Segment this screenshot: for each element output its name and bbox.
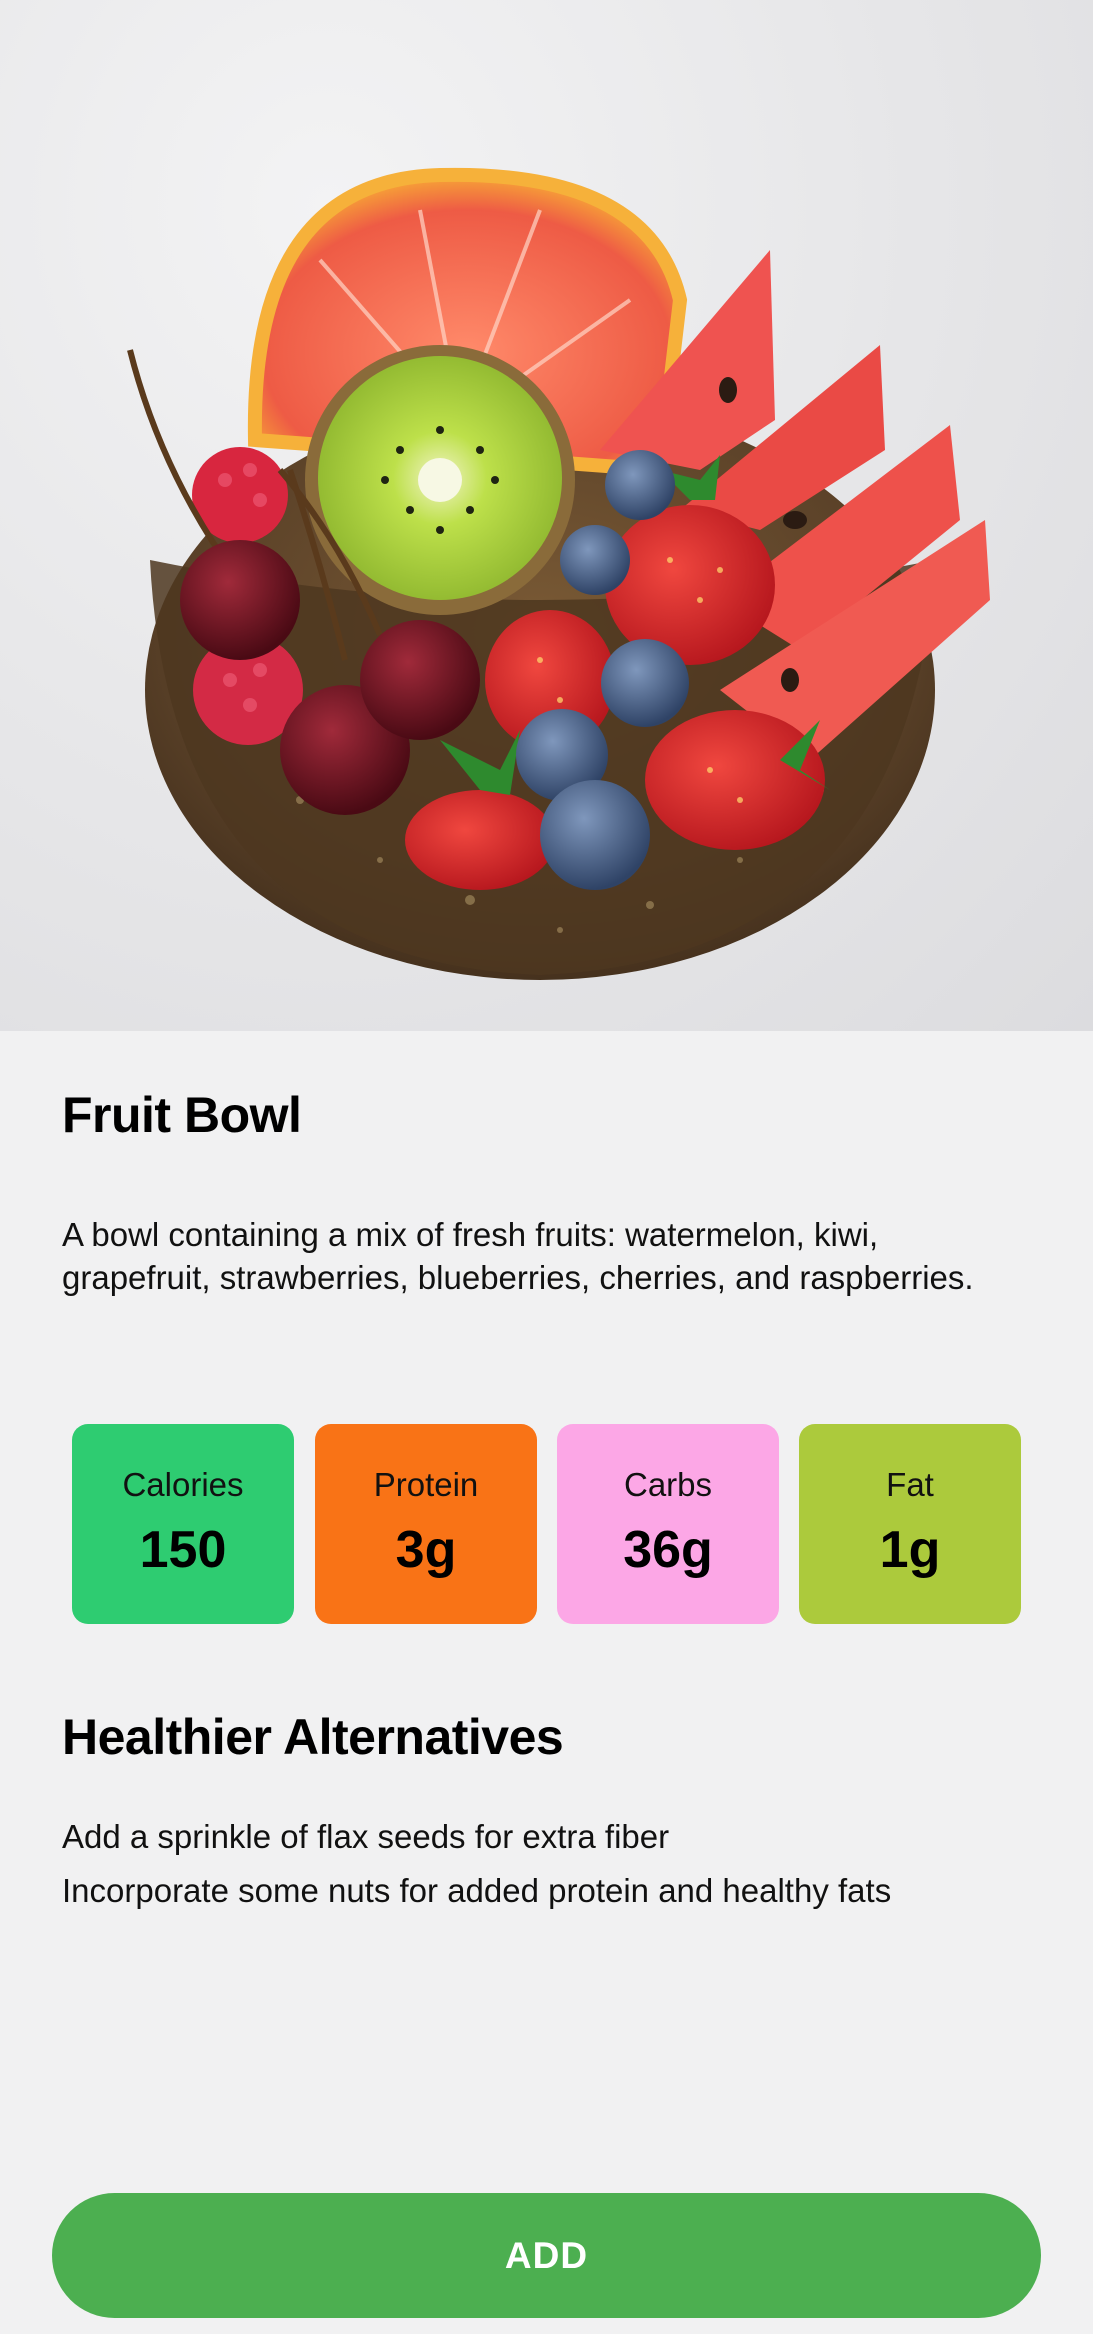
alternative-item: Incorporate some nuts for added protein …	[62, 1872, 892, 1909]
alternatives-list: Add a sprinkle of flax seeds for extra f…	[62, 1810, 1062, 1918]
macro-value: 1g	[879, 1521, 941, 1579]
macro-card-fat: Fat 1g	[799, 1424, 1021, 1624]
meal-photo	[0, 0, 1093, 1031]
meal-title: Fruit Bowl	[62, 1087, 302, 1143]
macro-value: 36g	[623, 1521, 713, 1579]
macro-label: Calories	[122, 1466, 244, 1503]
macro-value: 150	[139, 1521, 227, 1579]
add-button[interactable]: ADD	[52, 2193, 1041, 2318]
macro-label: Carbs	[623, 1466, 713, 1503]
macro-card-calories: Calories 150	[72, 1424, 294, 1624]
macro-card-carbs: Carbs 36g	[557, 1424, 779, 1624]
macro-cards: Calories 150 Protein 3g Carbs 36g Fat 1g	[72, 1424, 1022, 1624]
fruit-bowl-image	[127, 167, 990, 980]
alternatives-title: Healthier Alternatives	[62, 1709, 564, 1765]
meal-description: A bowl containing a mix of fresh fruits:…	[62, 1216, 974, 1296]
macro-card-protein: Protein 3g	[315, 1424, 537, 1624]
macro-label: Fat	[886, 1466, 934, 1503]
alternative-item: Add a sprinkle of flax seeds for extra f…	[62, 1818, 670, 1855]
macro-label: Protein	[373, 1466, 479, 1503]
macro-value: 3g	[395, 1521, 457, 1579]
